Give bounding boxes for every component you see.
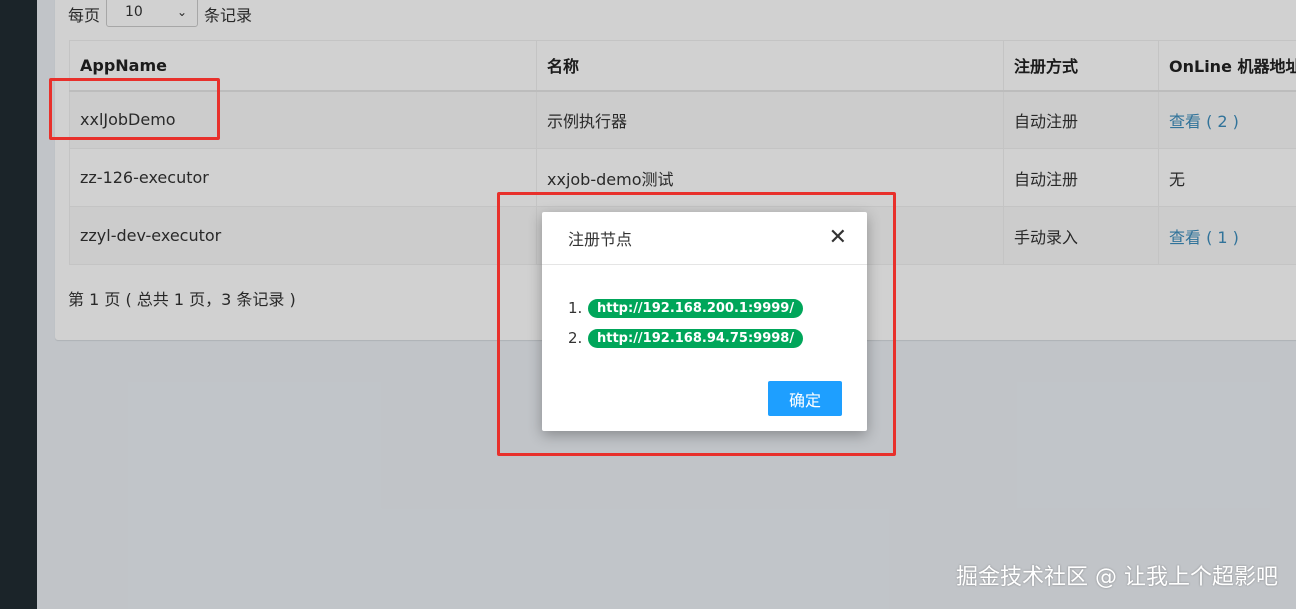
watermark: 掘金技术社区 @ 让我上个超影吧	[956, 565, 1278, 590]
highlight-box-appname	[49, 78, 220, 140]
highlight-box-dialog	[497, 192, 896, 456]
